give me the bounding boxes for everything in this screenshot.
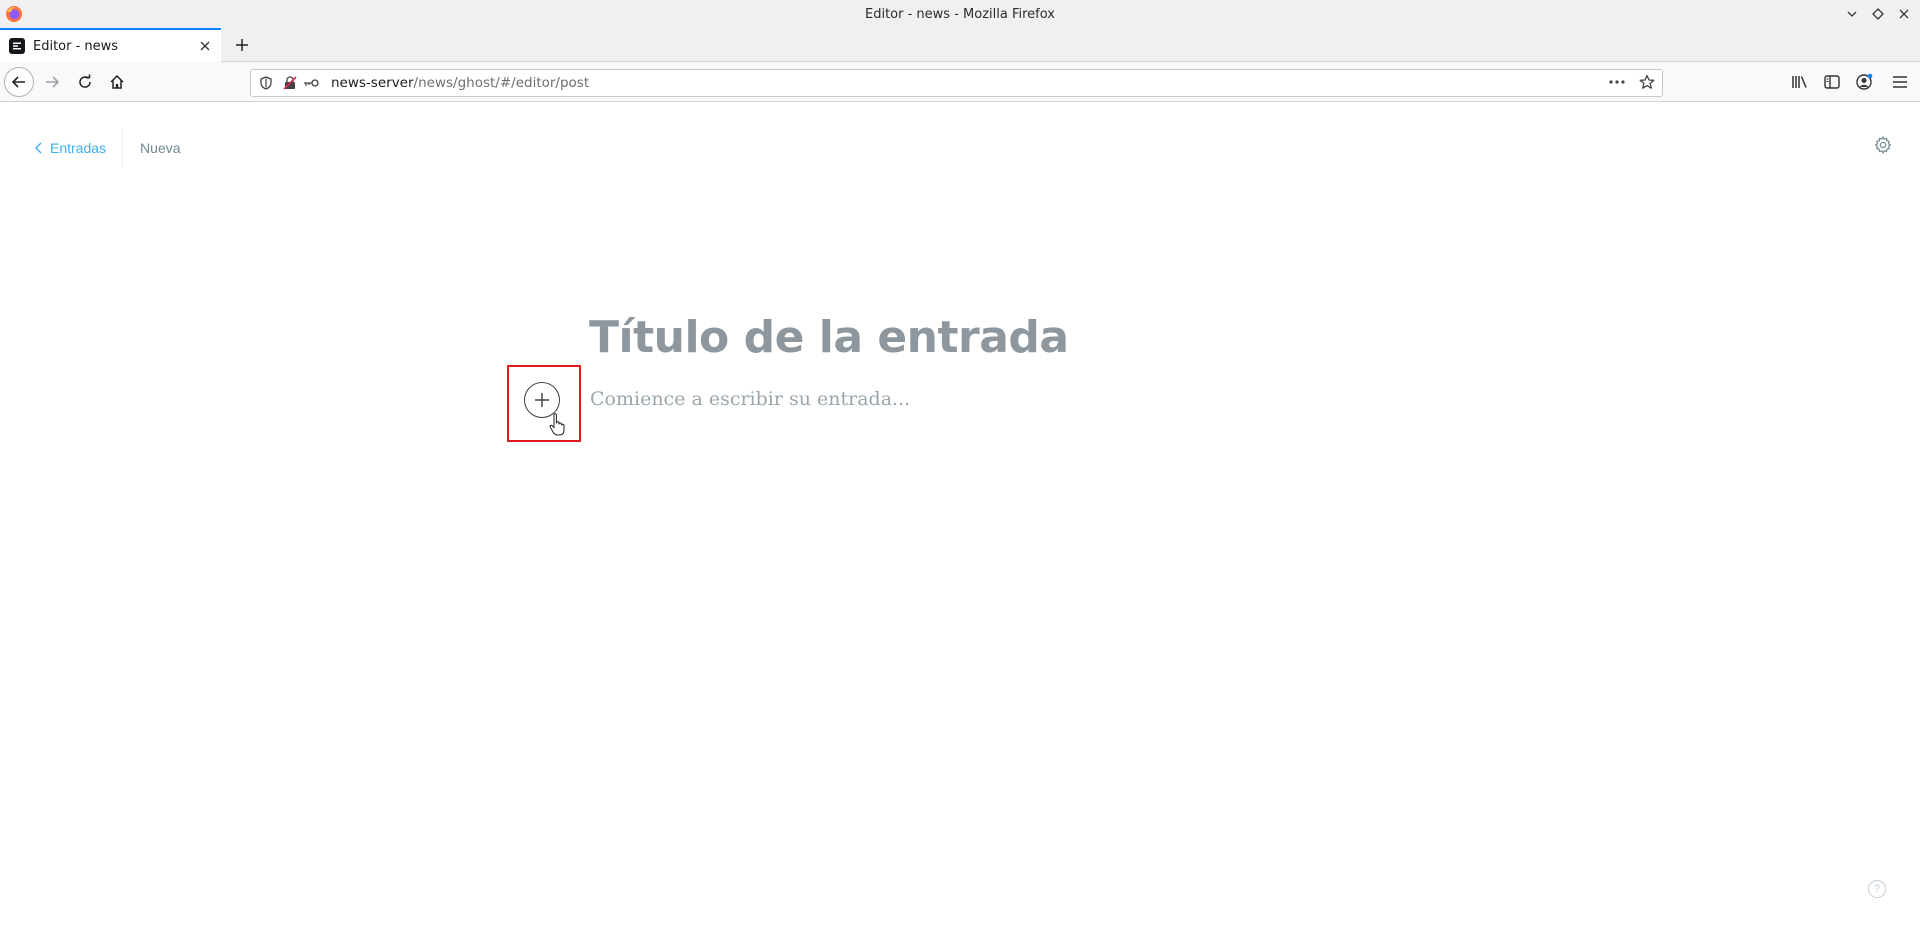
ghost-editor: Entradas Nueva Título de la entrada Comi… — [0, 103, 1920, 932]
plus-icon — [236, 39, 248, 51]
back-to-posts-link[interactable]: Entradas — [34, 130, 124, 166]
page-actions-button[interactable] — [1608, 73, 1626, 91]
key-icon[interactable] — [301, 74, 321, 92]
post-status-label: Nueva — [140, 140, 181, 156]
chevron-left-icon — [35, 142, 42, 154]
star-icon — [1639, 74, 1655, 89]
app-menu-button[interactable] — [1886, 68, 1914, 96]
post-body-editor[interactable]: Comience a escribir su entrada... — [590, 388, 910, 410]
post-title-input[interactable]: Título de la entrada — [589, 312, 1069, 363]
tab-label: Editor - news — [33, 38, 119, 54]
url-text[interactable]: news-server/news/ghost/#/editor/post — [331, 75, 589, 91]
tracking-shield-icon[interactable] — [257, 74, 275, 92]
firefox-logo-icon — [6, 6, 22, 22]
new-tab-button[interactable] — [230, 33, 254, 57]
highlight-box — [507, 365, 581, 442]
back-to-posts-label: Entradas — [50, 140, 107, 156]
close-icon — [1899, 9, 1909, 19]
ghost-favicon-icon — [9, 38, 25, 54]
hamburger-menu-icon — [1893, 76, 1907, 88]
window-titlebar: Editor - news - Mozilla Firefox — [0, 0, 1920, 28]
account-icon — [1856, 73, 1873, 90]
breadcrumb: Entradas Nueva — [34, 130, 181, 166]
maximize-button[interactable] — [1868, 4, 1888, 24]
insecure-lock-icon[interactable] — [281, 74, 299, 92]
reload-icon — [79, 74, 91, 88]
url-bar-actions — [1608, 73, 1656, 91]
forward-button[interactable] — [38, 68, 66, 96]
sidebar-icon — [1824, 75, 1840, 89]
navigation-toolbar: news-server/news/ghost/#/editor/post — [0, 62, 1920, 102]
chevron-down-icon — [1847, 11, 1857, 17]
tab-editor-news[interactable]: Editor - news — [0, 28, 221, 62]
diamond-icon — [1872, 8, 1884, 20]
toolbar-right — [1782, 68, 1920, 96]
home-icon — [110, 74, 124, 89]
url-host: news-server — [331, 75, 414, 91]
account-button[interactable] — [1850, 68, 1878, 96]
arrow-right-icon — [46, 76, 60, 88]
more-horizontal-icon — [1609, 80, 1625, 84]
help-question-icon: ? — [1873, 883, 1881, 895]
close-window-button[interactable] — [1894, 4, 1914, 24]
window-title: Editor - news - Mozilla Firefox — [865, 6, 1055, 22]
reload-button[interactable] — [71, 68, 99, 96]
home-button[interactable] — [103, 68, 131, 96]
help-button[interactable]: ? — [1868, 880, 1886, 898]
minimize-button[interactable] — [1842, 4, 1862, 24]
back-button[interactable] — [4, 67, 34, 97]
window-controls — [1842, 0, 1914, 28]
library-button[interactable] — [1786, 68, 1814, 96]
close-icon — [200, 41, 210, 51]
tab-strip: Editor - news — [0, 28, 1920, 62]
gear-icon — [1874, 136, 1892, 154]
url-path: /news/ghost/#/editor/post — [413, 75, 590, 91]
tab-close-button[interactable] — [197, 38, 213, 54]
url-bar[interactable]: news-server/news/ghost/#/editor/post — [250, 69, 1663, 97]
arrow-left-icon — [11, 76, 25, 88]
library-icon — [1792, 76, 1807, 88]
post-settings-button[interactable] — [1872, 134, 1894, 156]
sidebar-button[interactable] — [1818, 68, 1846, 96]
bookmark-star-button[interactable] — [1638, 73, 1656, 91]
hand-cursor-icon — [549, 413, 565, 436]
